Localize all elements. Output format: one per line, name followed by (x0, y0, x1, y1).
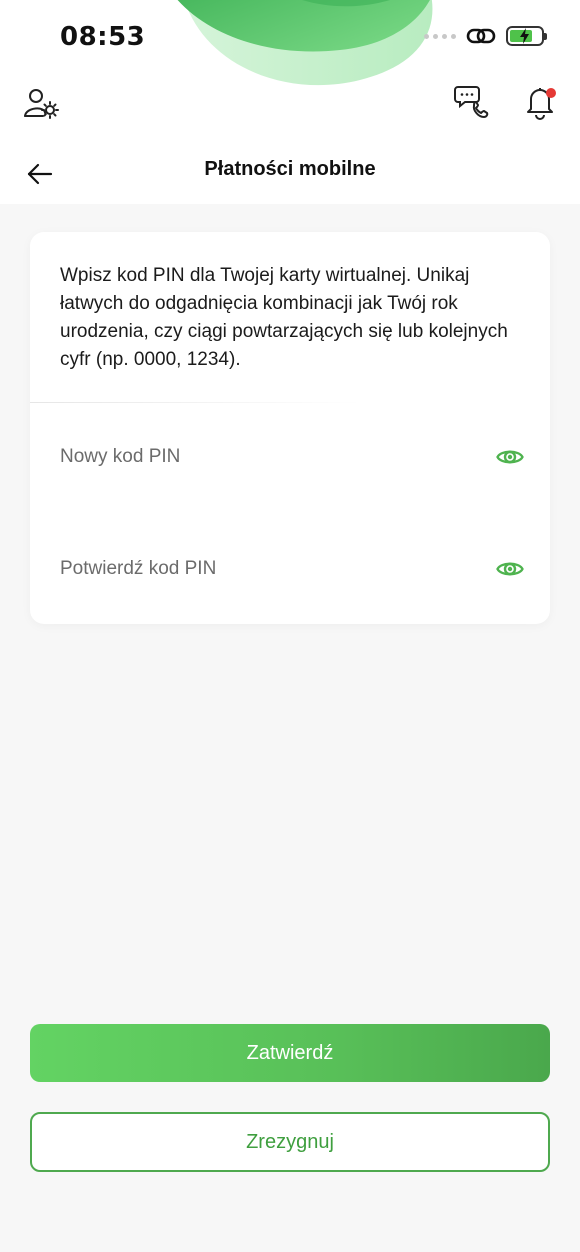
brand-blob-decoration (177, 0, 433, 86)
chat-phone-icon (454, 86, 489, 118)
new-pin-field[interactable]: Nowy kod PIN (60, 437, 524, 477)
confirm-button[interactable]: Zatwierdź (30, 1024, 550, 1082)
new-pin-placeholder: Nowy kod PIN (60, 446, 181, 467)
profile-settings-button[interactable] (22, 86, 60, 120)
user-gear-icon (24, 89, 59, 119)
battery-icon (506, 26, 547, 46)
status-time: 08:53 (60, 22, 146, 52)
pin-card: Wpisz kod PIN dla Twojej karty wirtualne… (30, 232, 550, 624)
pin-instructions: Wpisz kod PIN dla Twojej karty wirtualne… (60, 265, 508, 370)
notification-badge (546, 88, 556, 98)
cancel-button[interactable]: Zrezygnuj (30, 1112, 550, 1172)
eye-icon[interactable] (496, 557, 524, 581)
notifications-button[interactable] (522, 84, 558, 120)
page-title: Płatności mobilne (204, 158, 376, 180)
link-icon (466, 28, 496, 44)
navigation-bar: Płatności mobilne (0, 140, 580, 204)
signal-dots-icon (424, 33, 456, 39)
top-area: 08:53 Płatności mobilne (0, 0, 580, 204)
confirm-pin-placeholder: Potwierdź kod PIN (60, 558, 217, 579)
contact-button[interactable] (454, 84, 490, 120)
confirm-pin-field[interactable]: Potwierdź kod PIN (60, 549, 524, 589)
card-divider (30, 402, 360, 403)
eye-icon[interactable] (496, 445, 524, 469)
status-icons (424, 26, 547, 46)
